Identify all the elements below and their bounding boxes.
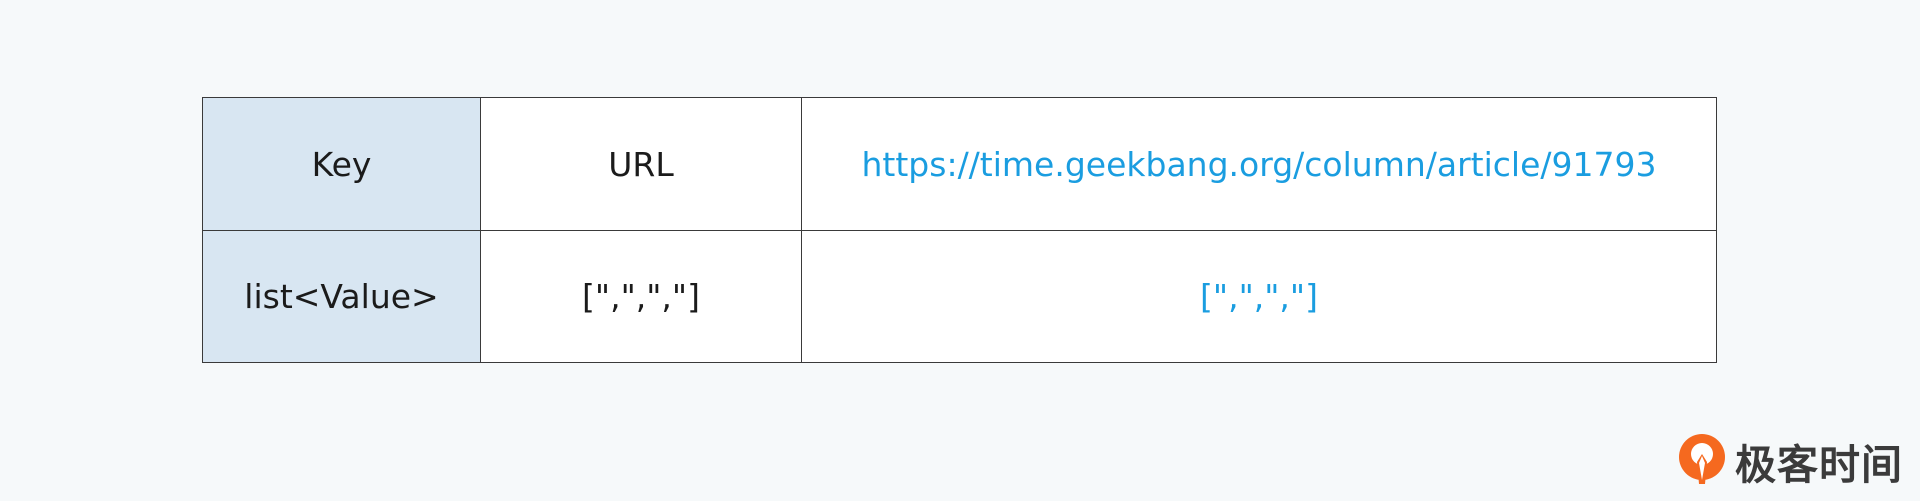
table-row: Key URL https://time.geekbang.org/column… <box>202 97 1717 231</box>
row-value-list: [",",","] <box>801 230 1717 363</box>
row-value-url: https://time.geekbang.org/column/article… <box>801 97 1717 231</box>
row-header-key: Key <box>202 97 481 231</box>
row-type-list: [",",","] <box>480 230 802 363</box>
watermark-text: 极客时间 <box>1735 441 1903 489</box>
key-value-table: Key URL https://time.geekbang.org/column… <box>202 97 1717 363</box>
diagram-canvas: Key URL https://time.geekbang.org/column… <box>0 0 1920 501</box>
geekbang-logo-icon <box>1679 434 1725 484</box>
row-type-url: URL <box>480 97 802 231</box>
table-row: list<Value> [",",","] [",",","] <box>202 230 1717 363</box>
watermark-logo: 极客时间 <box>1675 432 1903 490</box>
row-header-list-value: list<Value> <box>202 230 481 363</box>
